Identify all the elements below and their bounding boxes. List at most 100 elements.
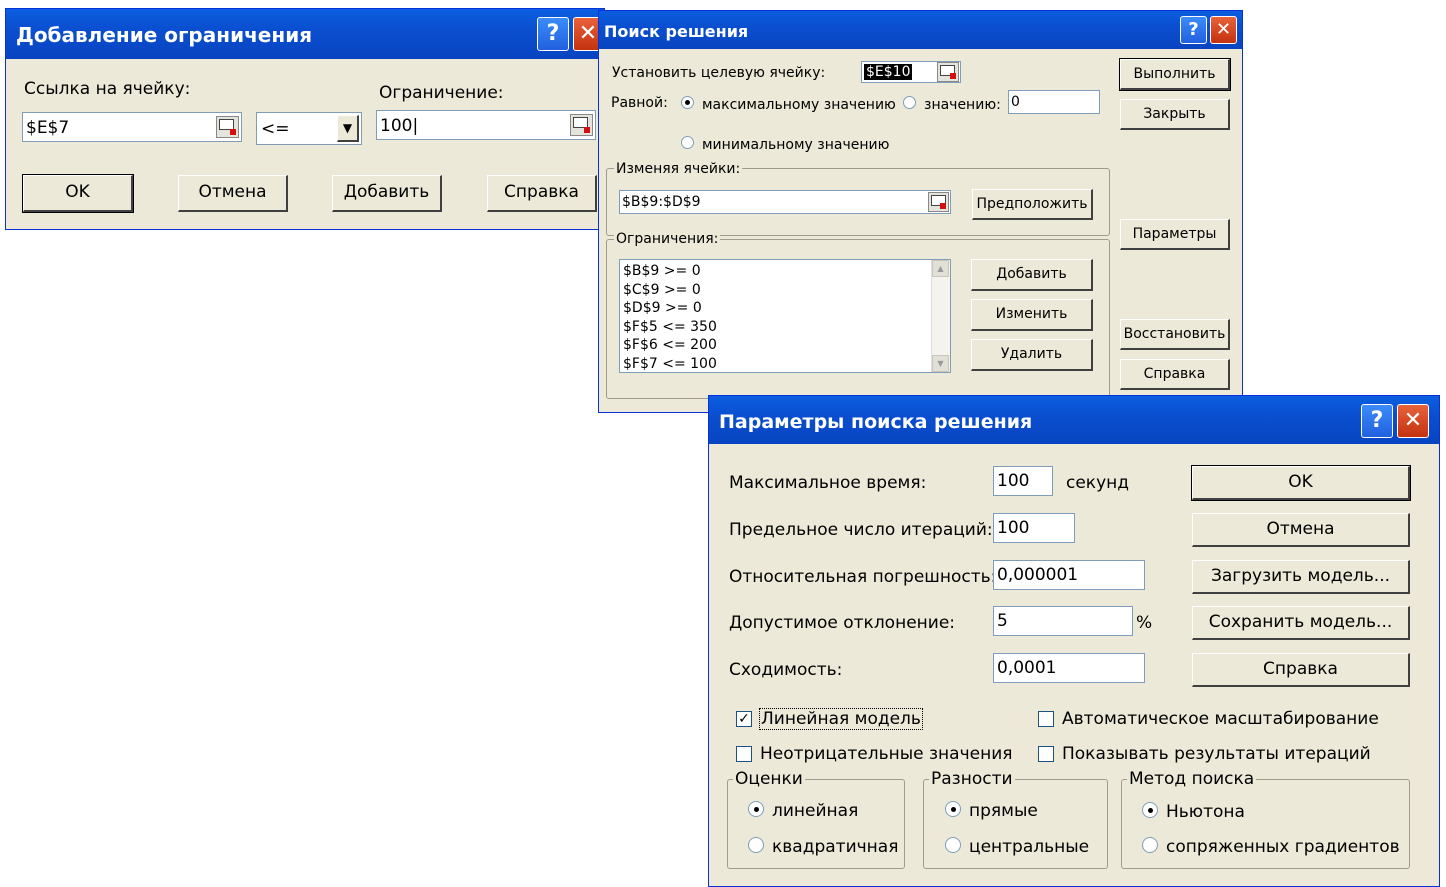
help-button[interactable]: Справка bbox=[487, 175, 597, 212]
value-input[interactable]: 0 bbox=[1008, 90, 1100, 114]
search-newton-label: Ньютона bbox=[1166, 802, 1245, 822]
ok-button[interactable]: OK bbox=[1191, 465, 1411, 501]
tolerance-value: 5 bbox=[997, 611, 1008, 631]
changing-cells-value: $B$9:$D$9 bbox=[622, 194, 701, 210]
linear-model-checkbox[interactable]: ✓ bbox=[736, 711, 752, 727]
constraint-value: 100 bbox=[380, 116, 413, 136]
operator-value: <= bbox=[261, 119, 290, 139]
precision-input[interactable]: 0,000001 bbox=[993, 560, 1145, 590]
constraint-collapse-button[interactable] bbox=[570, 114, 593, 136]
cancel-button[interactable]: Отмена bbox=[178, 175, 288, 212]
cancel-button[interactable]: Отмена bbox=[1192, 513, 1410, 547]
constraint-item[interactable]: $F$6 <= 200 bbox=[623, 336, 947, 355]
cell-ref-input[interactable]: $E$7 bbox=[22, 112, 242, 142]
constraint-input[interactable]: 100| bbox=[376, 110, 596, 140]
solver-options-dialog: Параметры поиска решения ? ✕ Максимально… bbox=[708, 395, 1440, 887]
add-constraint-titlebar[interactable]: Добавление ограничения ? ✕ bbox=[6, 9, 604, 59]
value-option-label: значению: bbox=[924, 97, 1001, 113]
show-iterations-checkbox[interactable] bbox=[1038, 746, 1054, 762]
convergence-value: 0,0001 bbox=[997, 658, 1057, 678]
solver-title: Поиск решения bbox=[604, 22, 749, 41]
max-radio[interactable] bbox=[681, 96, 694, 109]
solve-button[interactable]: Выполнить bbox=[1119, 58, 1231, 91]
cell-ref-label: Ссылка на ячейку: bbox=[24, 79, 191, 99]
changing-collapse-button[interactable] bbox=[928, 192, 949, 212]
estimates-title: Оценки bbox=[733, 769, 805, 789]
close-title-button[interactable]: ✕ bbox=[1210, 16, 1237, 44]
help-title-button[interactable]: ? bbox=[1361, 404, 1393, 438]
percent-label: % bbox=[1136, 613, 1153, 633]
search-conjugate-radio[interactable] bbox=[1142, 837, 1158, 853]
solver-options-titlebar[interactable]: Параметры поиска решения ? ✕ bbox=[709, 396, 1439, 444]
help-title-button[interactable]: ? bbox=[537, 17, 569, 51]
estimates-quadratic-radio[interactable] bbox=[748, 837, 764, 853]
value-field: 0 bbox=[1011, 94, 1020, 110]
delete-constraint-button[interactable]: Удалить bbox=[971, 339, 1093, 371]
cell-ref-value: $E$7 bbox=[26, 118, 70, 138]
add-constraint-title: Добавление ограничения bbox=[16, 23, 313, 47]
constraint-item[interactable]: $F$5 <= 350 bbox=[623, 318, 947, 337]
estimates-linear-radio[interactable] bbox=[748, 801, 764, 817]
target-collapse-button[interactable] bbox=[937, 62, 959, 82]
iterations-value: 100 bbox=[997, 518, 1030, 538]
close-button[interactable]: Закрыть bbox=[1120, 99, 1230, 130]
guess-button[interactable]: Предположить bbox=[972, 189, 1093, 220]
constraints-label: Ограничения: bbox=[614, 231, 721, 247]
constraint-item[interactable]: $C$9 >= 0 bbox=[623, 281, 947, 300]
changing-cells-label: Изменяя ячейки: bbox=[614, 161, 743, 177]
change-constraint-button[interactable]: Изменить bbox=[971, 299, 1093, 331]
min-radio[interactable] bbox=[681, 136, 694, 149]
constraints-list[interactable]: $B$9 >= 0 $C$9 >= 0 $D$9 >= 0 $F$5 <= 350 $F… bbox=[619, 259, 951, 373]
help-title-button[interactable]: ? bbox=[1180, 16, 1207, 44]
max-time-input[interactable]: 100 bbox=[993, 466, 1053, 496]
iterations-label: Предельное число итераций: bbox=[729, 520, 993, 540]
linear-model-label: Линейная модель bbox=[759, 708, 923, 730]
ok-button[interactable]: OK bbox=[22, 174, 134, 213]
seconds-label: секунд bbox=[1066, 473, 1130, 493]
chevron-down-icon[interactable]: ▼ bbox=[337, 115, 359, 142]
cell-ref-collapse-button[interactable] bbox=[216, 116, 239, 138]
constraint-item[interactable]: $F$7 <= 100 bbox=[623, 355, 947, 374]
save-model-button[interactable]: Сохранить модель... bbox=[1192, 606, 1410, 640]
help-button[interactable]: Справка bbox=[1192, 653, 1410, 687]
add-constraint-dialog: Добавление ограничения ? ✕ Ссылка на яче… bbox=[5, 8, 605, 230]
help-button[interactable]: Справка bbox=[1120, 359, 1230, 390]
search-newton-radio[interactable] bbox=[1142, 802, 1158, 818]
changing-cells-input[interactable]: $B$9:$D$9 bbox=[619, 190, 951, 214]
derivatives-central-radio[interactable] bbox=[945, 837, 961, 853]
load-model-button[interactable]: Загрузить модель... bbox=[1192, 560, 1410, 594]
estimates-quadratic-label: квадратичная bbox=[772, 837, 899, 857]
max-option-label: максимальному значению bbox=[702, 97, 896, 113]
min-option-label: минимальному значению bbox=[702, 137, 890, 153]
solver-dialog: Поиск решения ? ✕ Установить целевую яче… bbox=[598, 10, 1243, 413]
constraints-scrollbar[interactable]: ▲ ▼ bbox=[931, 260, 950, 372]
scroll-up-icon[interactable]: ▲ bbox=[932, 260, 949, 277]
tolerance-label: Допустимое отклонение: bbox=[729, 613, 956, 633]
constraint-item[interactable]: $D$9 >= 0 bbox=[623, 299, 947, 318]
close-title-button[interactable]: ✕ bbox=[1397, 404, 1429, 438]
solver-titlebar[interactable]: Поиск решения ? ✕ bbox=[599, 11, 1242, 49]
add-constraint-button[interactable]: Добавить bbox=[971, 259, 1093, 291]
options-button[interactable]: Параметры bbox=[1120, 219, 1230, 250]
convergence-input[interactable]: 0,0001 bbox=[993, 653, 1145, 683]
non-negative-checkbox[interactable] bbox=[736, 746, 752, 762]
max-time-label: Максимальное время: bbox=[729, 473, 927, 493]
add-button[interactable]: Добавить bbox=[332, 175, 442, 212]
constraint-item[interactable]: $B$9 >= 0 bbox=[623, 262, 947, 281]
auto-scale-checkbox[interactable] bbox=[1038, 711, 1054, 727]
target-cell-value: $E$10 bbox=[864, 64, 913, 80]
non-negative-label: Неотрицательные значения bbox=[760, 744, 1013, 764]
scroll-down-icon[interactable]: ▼ bbox=[932, 355, 949, 372]
reset-button[interactable]: Восстановить bbox=[1120, 319, 1230, 350]
constraint-label: Ограничение: bbox=[379, 83, 504, 103]
value-radio[interactable] bbox=[903, 96, 916, 109]
derivatives-forward-radio[interactable] bbox=[945, 801, 961, 817]
precision-value: 0,000001 bbox=[997, 565, 1079, 585]
precision-label: Относительная погрешность: bbox=[729, 567, 997, 587]
target-cell-label: Установить целевую ячейку: bbox=[612, 65, 826, 81]
derivatives-forward-label: прямые bbox=[969, 801, 1038, 821]
show-iterations-label: Показывать результаты итераций bbox=[1062, 744, 1371, 764]
iterations-input[interactable]: 100 bbox=[993, 513, 1075, 543]
equal-to-label: Равной: bbox=[611, 95, 668, 111]
tolerance-input[interactable]: 5 bbox=[993, 606, 1133, 636]
